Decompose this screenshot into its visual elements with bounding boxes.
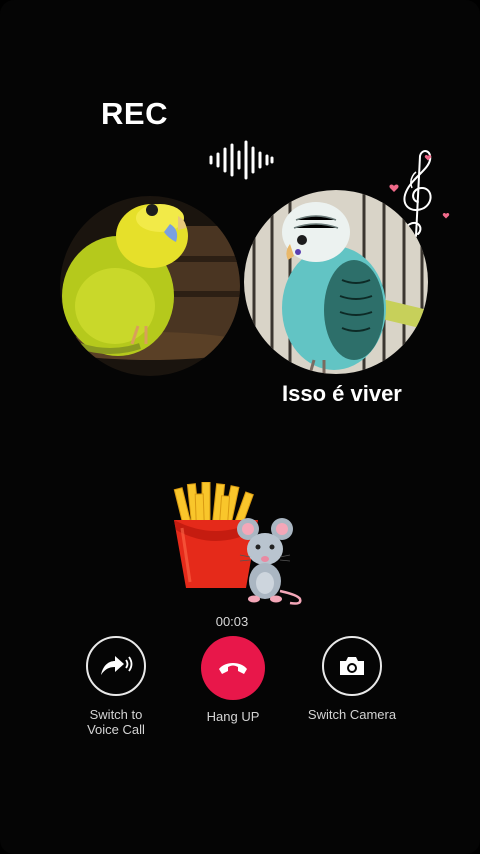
video-caption: Isso é viver [282, 381, 402, 406]
share-forward-icon [101, 656, 133, 675]
participant-video-right[interactable] [244, 190, 428, 374]
hang-up-label: Hang UP [206, 709, 260, 724]
switch-camera-control[interactable]: Switch Camera [287, 636, 417, 722]
blue-budgie-image [244, 190, 428, 374]
switch-camera-label: Switch Camera [307, 707, 397, 722]
video-call-screen: REC Isso é viver 00:03 Switch to Voice C… [0, 0, 480, 854]
camera-icon [340, 657, 364, 675]
switch-to-voice-call-control[interactable]: Switch to Voice Call [51, 636, 181, 737]
hang-up-control[interactable]: Hang UP [168, 636, 298, 724]
call-timer: 00:03 [215, 614, 249, 629]
switch-camera-button[interactable] [322, 636, 382, 696]
switch-to-voice-call-button[interactable] [86, 636, 146, 696]
yellow-budgie-image [60, 196, 240, 376]
phone-hangup-icon [219, 663, 247, 674]
hang-up-button[interactable] [201, 636, 265, 700]
sound-wave-icon [209, 140, 274, 180]
participant-video-left[interactable] [60, 196, 240, 376]
rec-label: REC [101, 96, 168, 131]
switch-to-voice-call-label: Switch to Voice Call [87, 707, 145, 737]
mouse-icon [237, 518, 302, 605]
